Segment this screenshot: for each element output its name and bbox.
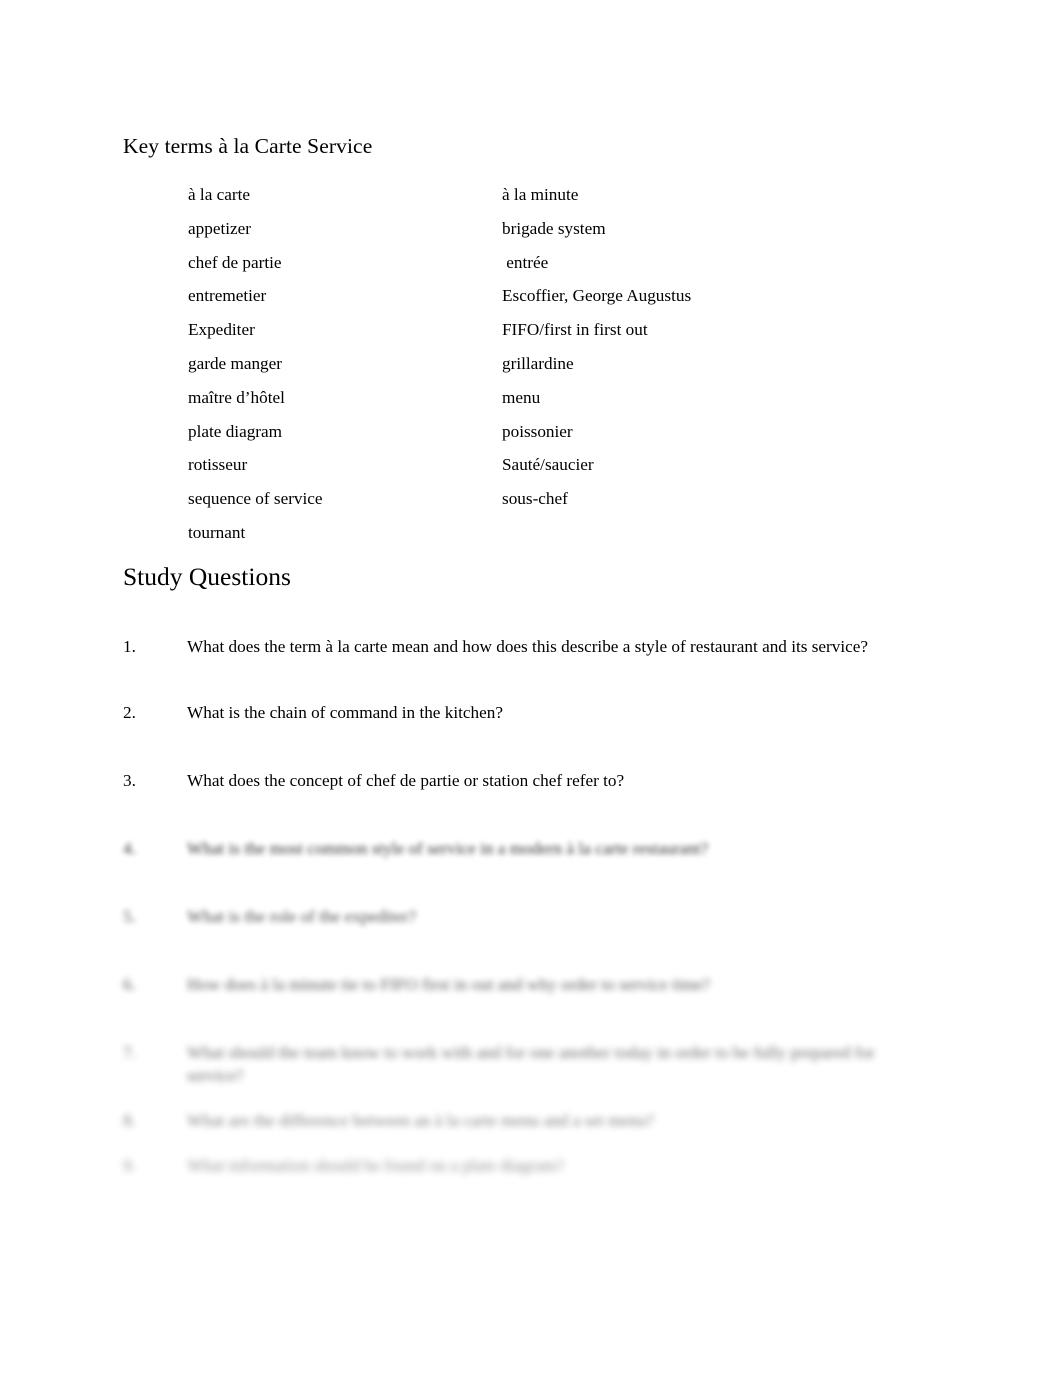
- term-cell-left: appetizer: [188, 218, 251, 238]
- document-page: Key terms à la Carte Service à la carte …: [0, 0, 1062, 1377]
- question-text: What is the most common style of service…: [187, 839, 709, 858]
- question-number: 5.: [123, 907, 136, 926]
- term-cell-left: chef de partie: [188, 252, 282, 272]
- term-cell-right: Sauté/saucier: [502, 455, 594, 475]
- term-cell-right: entrée: [502, 252, 549, 272]
- question-number: 7.: [123, 1043, 136, 1062]
- table-row: Expediter FIFO/first in first out: [188, 321, 888, 355]
- term-cell-left: Expediter: [188, 320, 255, 340]
- term-cell-left: plate diagram: [188, 421, 283, 441]
- question-number: 1.: [123, 637, 136, 656]
- question-number: 6.: [123, 975, 136, 994]
- list-item: 7. What should the team know to work wit…: [123, 1041, 923, 1087]
- term-cell-right: poissonier: [502, 421, 573, 441]
- term-cell-left: rotisseur: [188, 455, 248, 475]
- term-cell-left: maître d’hôtel: [188, 387, 285, 407]
- table-row: chef de partie entrée: [188, 254, 888, 288]
- term-cell-left: garde manger: [188, 353, 283, 373]
- term-cell-left: entremetier: [188, 286, 267, 306]
- table-row: à la carte à la minute: [188, 186, 888, 220]
- term-cell-right: à la minute: [502, 185, 579, 204]
- question-text: What does the concept of chef de partie …: [187, 771, 625, 790]
- term-cell-right: sous-chef: [502, 489, 568, 509]
- list-item: 8. What are the difference between an à …: [123, 1109, 923, 1132]
- table-row: garde manger grillardine: [188, 355, 888, 389]
- question-text: What does the term à la carte mean and h…: [187, 637, 869, 656]
- page-title: Key terms à la Carte Service: [123, 134, 373, 158]
- table-row: sequence of service sous-chef: [188, 490, 888, 524]
- table-row: maître d’hôtel menu: [188, 389, 888, 423]
- question-text: What is the role of the expediter?: [187, 907, 417, 926]
- question-number: 9.: [123, 1156, 136, 1175]
- list-item: 6. How does à la minute tie to FIFO firs…: [123, 973, 923, 996]
- term-cell-left: sequence of service: [188, 489, 323, 509]
- term-cell-right: grillardine: [502, 353, 574, 373]
- key-terms-body: à la carte à la minute appetizer brigade…: [188, 186, 888, 558]
- question-number: 3.: [123, 771, 136, 790]
- key-terms-table: à la carte à la minute appetizer brigade…: [188, 186, 888, 558]
- term-cell-left: à la carte: [188, 185, 251, 204]
- section-title-study-questions: Study Questions: [123, 562, 291, 591]
- question-number: 8.: [123, 1111, 136, 1130]
- question-text: What are the difference between an à la …: [187, 1111, 654, 1130]
- table-row: entremetier Escoffier, George Augustus: [188, 287, 888, 321]
- study-questions-list: 1. What does the term à la carte mean an…: [123, 635, 923, 1177]
- question-number: 4.: [123, 839, 136, 858]
- term-cell-right: [502, 524, 888, 558]
- question-text: What should the team know to work with a…: [187, 1043, 875, 1085]
- list-item: 5. What is the role of the expediter?: [123, 905, 923, 928]
- table-row: rotisseur Sauté/saucier: [188, 456, 888, 490]
- list-item: 4. What is the most common style of serv…: [123, 837, 923, 860]
- list-item: 1. What does the term à la carte mean an…: [123, 635, 923, 658]
- table-row: appetizer brigade system: [188, 220, 888, 254]
- list-item: 9. What information should be found on a…: [123, 1154, 923, 1177]
- question-text: What is the chain of command in the kitc…: [187, 703, 503, 722]
- table-row: plate diagram poissonier: [188, 423, 888, 457]
- question-text: How does à la minute tie to FIFO first i…: [187, 975, 711, 994]
- term-cell-right: brigade system: [502, 218, 606, 238]
- term-cell-right: Escoffier, George Augustus: [502, 286, 692, 306]
- term-cell-left: tournant: [188, 522, 246, 542]
- term-cell-right: FIFO/first in first out: [502, 320, 648, 340]
- term-cell-right: menu: [502, 387, 541, 407]
- list-item: 2. What is the chain of command in the k…: [123, 701, 923, 724]
- question-text: What information should be found on a pl…: [187, 1156, 565, 1175]
- table-row: tournant: [188, 524, 888, 558]
- question-number: 2.: [123, 703, 136, 722]
- list-item: 3. What does the concept of chef de part…: [123, 769, 923, 792]
